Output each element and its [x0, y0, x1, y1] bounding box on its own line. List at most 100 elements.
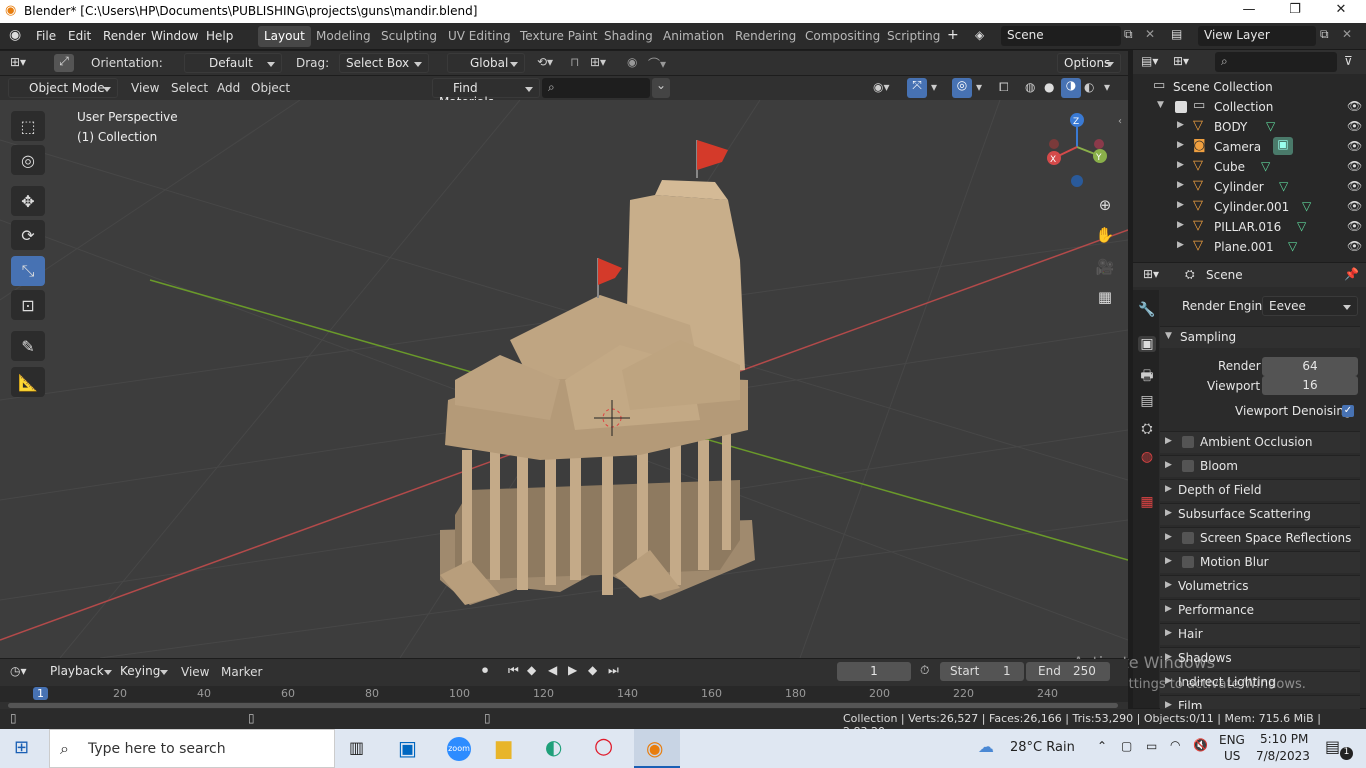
view-layer-tab-icon[interactable]: ▤: [1138, 393, 1156, 409]
snap-target-icon[interactable]: ⊞▾: [590, 55, 606, 69]
keying-dropdown[interactable]: Keying: [114, 662, 174, 682]
outliner-row-cylinder[interactable]: ▶ ▽ Cylinder ▽: [1133, 177, 1366, 197]
expand-icon[interactable]: ▶: [1177, 160, 1184, 170]
weather-text[interactable]: 28°C Rain: [1010, 740, 1075, 755]
pan-hand-icon[interactable]: ✋: [1092, 222, 1118, 248]
overlays-dropdown-icon[interactable]: ▾: [976, 80, 982, 94]
transform-orientation-dropdown[interactable]: Global: [447, 53, 525, 73]
minimize-button[interactable]: —: [1234, 2, 1264, 17]
viewport-denoising-checkbox[interactable]: ✓: [1342, 405, 1354, 417]
viewport-samples-field[interactable]: 16: [1262, 376, 1358, 395]
outliner-row-plane-001[interactable]: ▶ ▽ Plane.001 ▽: [1133, 237, 1366, 257]
chevron-up-icon[interactable]: ⌃: [1097, 739, 1107, 753]
material-search-field[interactable]: ⌕: [542, 78, 650, 98]
orientation-dropdown[interactable]: Default: [184, 53, 282, 73]
start-frame-field[interactable]: Start 1: [940, 662, 1024, 681]
view-layer-field[interactable]: View Layer: [1198, 26, 1316, 46]
outliner-row-cube[interactable]: ▶ ▽ Cube ▽: [1133, 157, 1366, 177]
clock-time[interactable]: 5:10 PM: [1260, 732, 1308, 746]
sidebar-toggle-icon[interactable]: ‹: [1118, 116, 1122, 127]
menu-object[interactable]: Object: [251, 81, 290, 95]
panel-enable-checkbox[interactable]: [1182, 460, 1194, 472]
overlay-dropdown-icon[interactable]: ⌄: [652, 78, 670, 98]
panel-depth-of-field[interactable]: ▶ Depth of Field: [1160, 479, 1360, 501]
eye-icon[interactable]: 👁: [1347, 219, 1362, 233]
annotate-tool[interactable]: ✎: [11, 331, 45, 361]
store-icon[interactable]: ▣: [398, 736, 417, 760]
mesh-data-icon[interactable]: ▽: [1279, 179, 1288, 193]
outliner-row-scene-collection[interactable]: ▭ Scene Collection: [1133, 77, 1366, 97]
camera-view-icon[interactable]: 🎥: [1092, 254, 1118, 280]
collection-include-checkbox[interactable]: [1175, 101, 1187, 113]
expand-icon[interactable]: ▶: [1177, 200, 1184, 210]
expand-icon[interactable]: ▶: [1177, 220, 1184, 230]
blender-taskbar-button[interactable]: ◉: [634, 729, 680, 768]
menu-edit[interactable]: Edit: [68, 29, 91, 43]
mode-dropdown[interactable]: Object Mode: [8, 78, 118, 98]
render-samples-field[interactable]: 64: [1262, 357, 1358, 376]
3d-viewport[interactable]: Z Y X User Perspective (1) Collection ⬚ …: [0, 100, 1128, 658]
zoom-app-icon[interactable]: zoom: [447, 737, 471, 761]
gizmo-dropdown-icon[interactable]: ▾: [931, 80, 937, 94]
panel-volumetrics[interactable]: ▶ Volumetrics: [1160, 575, 1360, 597]
outliner-search[interactable]: ⌕: [1215, 52, 1337, 72]
proportional-edit-icon[interactable]: ◉: [627, 55, 637, 69]
wireframe-shading-icon[interactable]: ◍: [1025, 80, 1035, 94]
ortho-toggle-icon[interactable]: ▦: [1092, 284, 1118, 310]
filter-icon[interactable]: ⊽: [1344, 54, 1353, 68]
tab-sculpting[interactable]: Sculpting: [375, 26, 443, 47]
active-tool-icon[interactable]: ⤢: [54, 54, 74, 72]
eye-icon[interactable]: 👁: [1347, 99, 1362, 113]
display-mode-icon[interactable]: ⊞▾: [1173, 54, 1189, 68]
properties-editor-icon[interactable]: ⊞▾: [1143, 267, 1159, 281]
add-workspace-button[interactable]: +: [947, 27, 959, 43]
timeline-ruler[interactable]: 1 20 40 60 80 100 120 140 160 180 200 220 240: [0, 686, 1128, 702]
tab-scripting[interactable]: Scripting: [881, 26, 946, 47]
cursor-tool[interactable]: ◎: [11, 145, 45, 175]
scene-tab-icon[interactable]: ⛭: [1138, 421, 1156, 437]
mesh-data-icon[interactable]: ▽: [1261, 159, 1270, 173]
menu-render[interactable]: Render: [103, 29, 146, 43]
timeline-scrollbar[interactable]: [8, 703, 1118, 708]
move-tool[interactable]: ✥: [11, 186, 45, 216]
remove-scene-icon[interactable]: ✕: [1145, 27, 1155, 41]
menu-add[interactable]: Add: [217, 81, 240, 95]
menu-help[interactable]: Help: [206, 29, 233, 43]
expand-icon[interactable]: ▶: [1177, 180, 1184, 190]
expand-collection-icon[interactable]: ▼: [1157, 100, 1164, 110]
xray-icon[interactable]: ⧠: [999, 80, 1009, 95]
play-reverse-icon[interactable]: ◀: [548, 663, 557, 677]
notification-icon[interactable]: ▤: [1325, 737, 1340, 756]
blender-menu-icon[interactable]: ◉: [9, 27, 21, 43]
scale-tool[interactable]: ⤡: [11, 256, 45, 286]
panel-ambient-occlusion[interactable]: ▶ Ambient Occlusion: [1160, 431, 1360, 453]
mesh-data-icon[interactable]: ▽: [1302, 199, 1311, 213]
tab-modeling[interactable]: Modeling: [310, 26, 377, 47]
task-view-icon[interactable]: ▥: [349, 738, 364, 757]
menu-view[interactable]: View: [131, 81, 159, 95]
expand-icon[interactable]: ▶: [1177, 140, 1184, 150]
panel-hair[interactable]: ▶ Hair: [1160, 623, 1360, 645]
solid-shading-icon[interactable]: ●: [1044, 80, 1054, 94]
scene-icon[interactable]: ◈: [975, 28, 984, 42]
file-explorer-icon[interactable]: ▆: [496, 735, 511, 759]
measure-tool[interactable]: 📐: [11, 367, 45, 397]
panel-enable-checkbox[interactable]: [1182, 532, 1194, 544]
eye-icon[interactable]: 👁: [1347, 139, 1362, 153]
outliner-row-collection[interactable]: ▼ ▭ Collection: [1133, 97, 1366, 117]
tab-texture-paint[interactable]: Texture Paint: [514, 26, 603, 47]
tab-uv-editing[interactable]: UV Editing: [442, 26, 517, 47]
jump-end-icon[interactable]: ⏭: [608, 663, 619, 678]
tab-shading[interactable]: Shading: [598, 26, 659, 47]
copy-view-layer-icon[interactable]: ⧉: [1320, 27, 1329, 42]
panel-performance[interactable]: ▶ Performance: [1160, 599, 1360, 621]
maximize-button[interactable]: ❐: [1280, 2, 1310, 17]
clock-date[interactable]: 7/8/2023: [1256, 749, 1310, 763]
copy-scene-icon[interactable]: ⧉: [1124, 27, 1133, 42]
mesh-data-icon[interactable]: ▽: [1297, 219, 1306, 233]
panel-bloom[interactable]: ▶ Bloom: [1160, 455, 1360, 477]
render-engine-dropdown[interactable]: Eevee: [1262, 296, 1358, 316]
rotate-tool[interactable]: ⟳: [11, 220, 45, 250]
snap-icon[interactable]: ⊓: [570, 55, 579, 69]
outliner-row-camera[interactable]: ▶ ◙ Camera ▣: [1133, 137, 1366, 157]
